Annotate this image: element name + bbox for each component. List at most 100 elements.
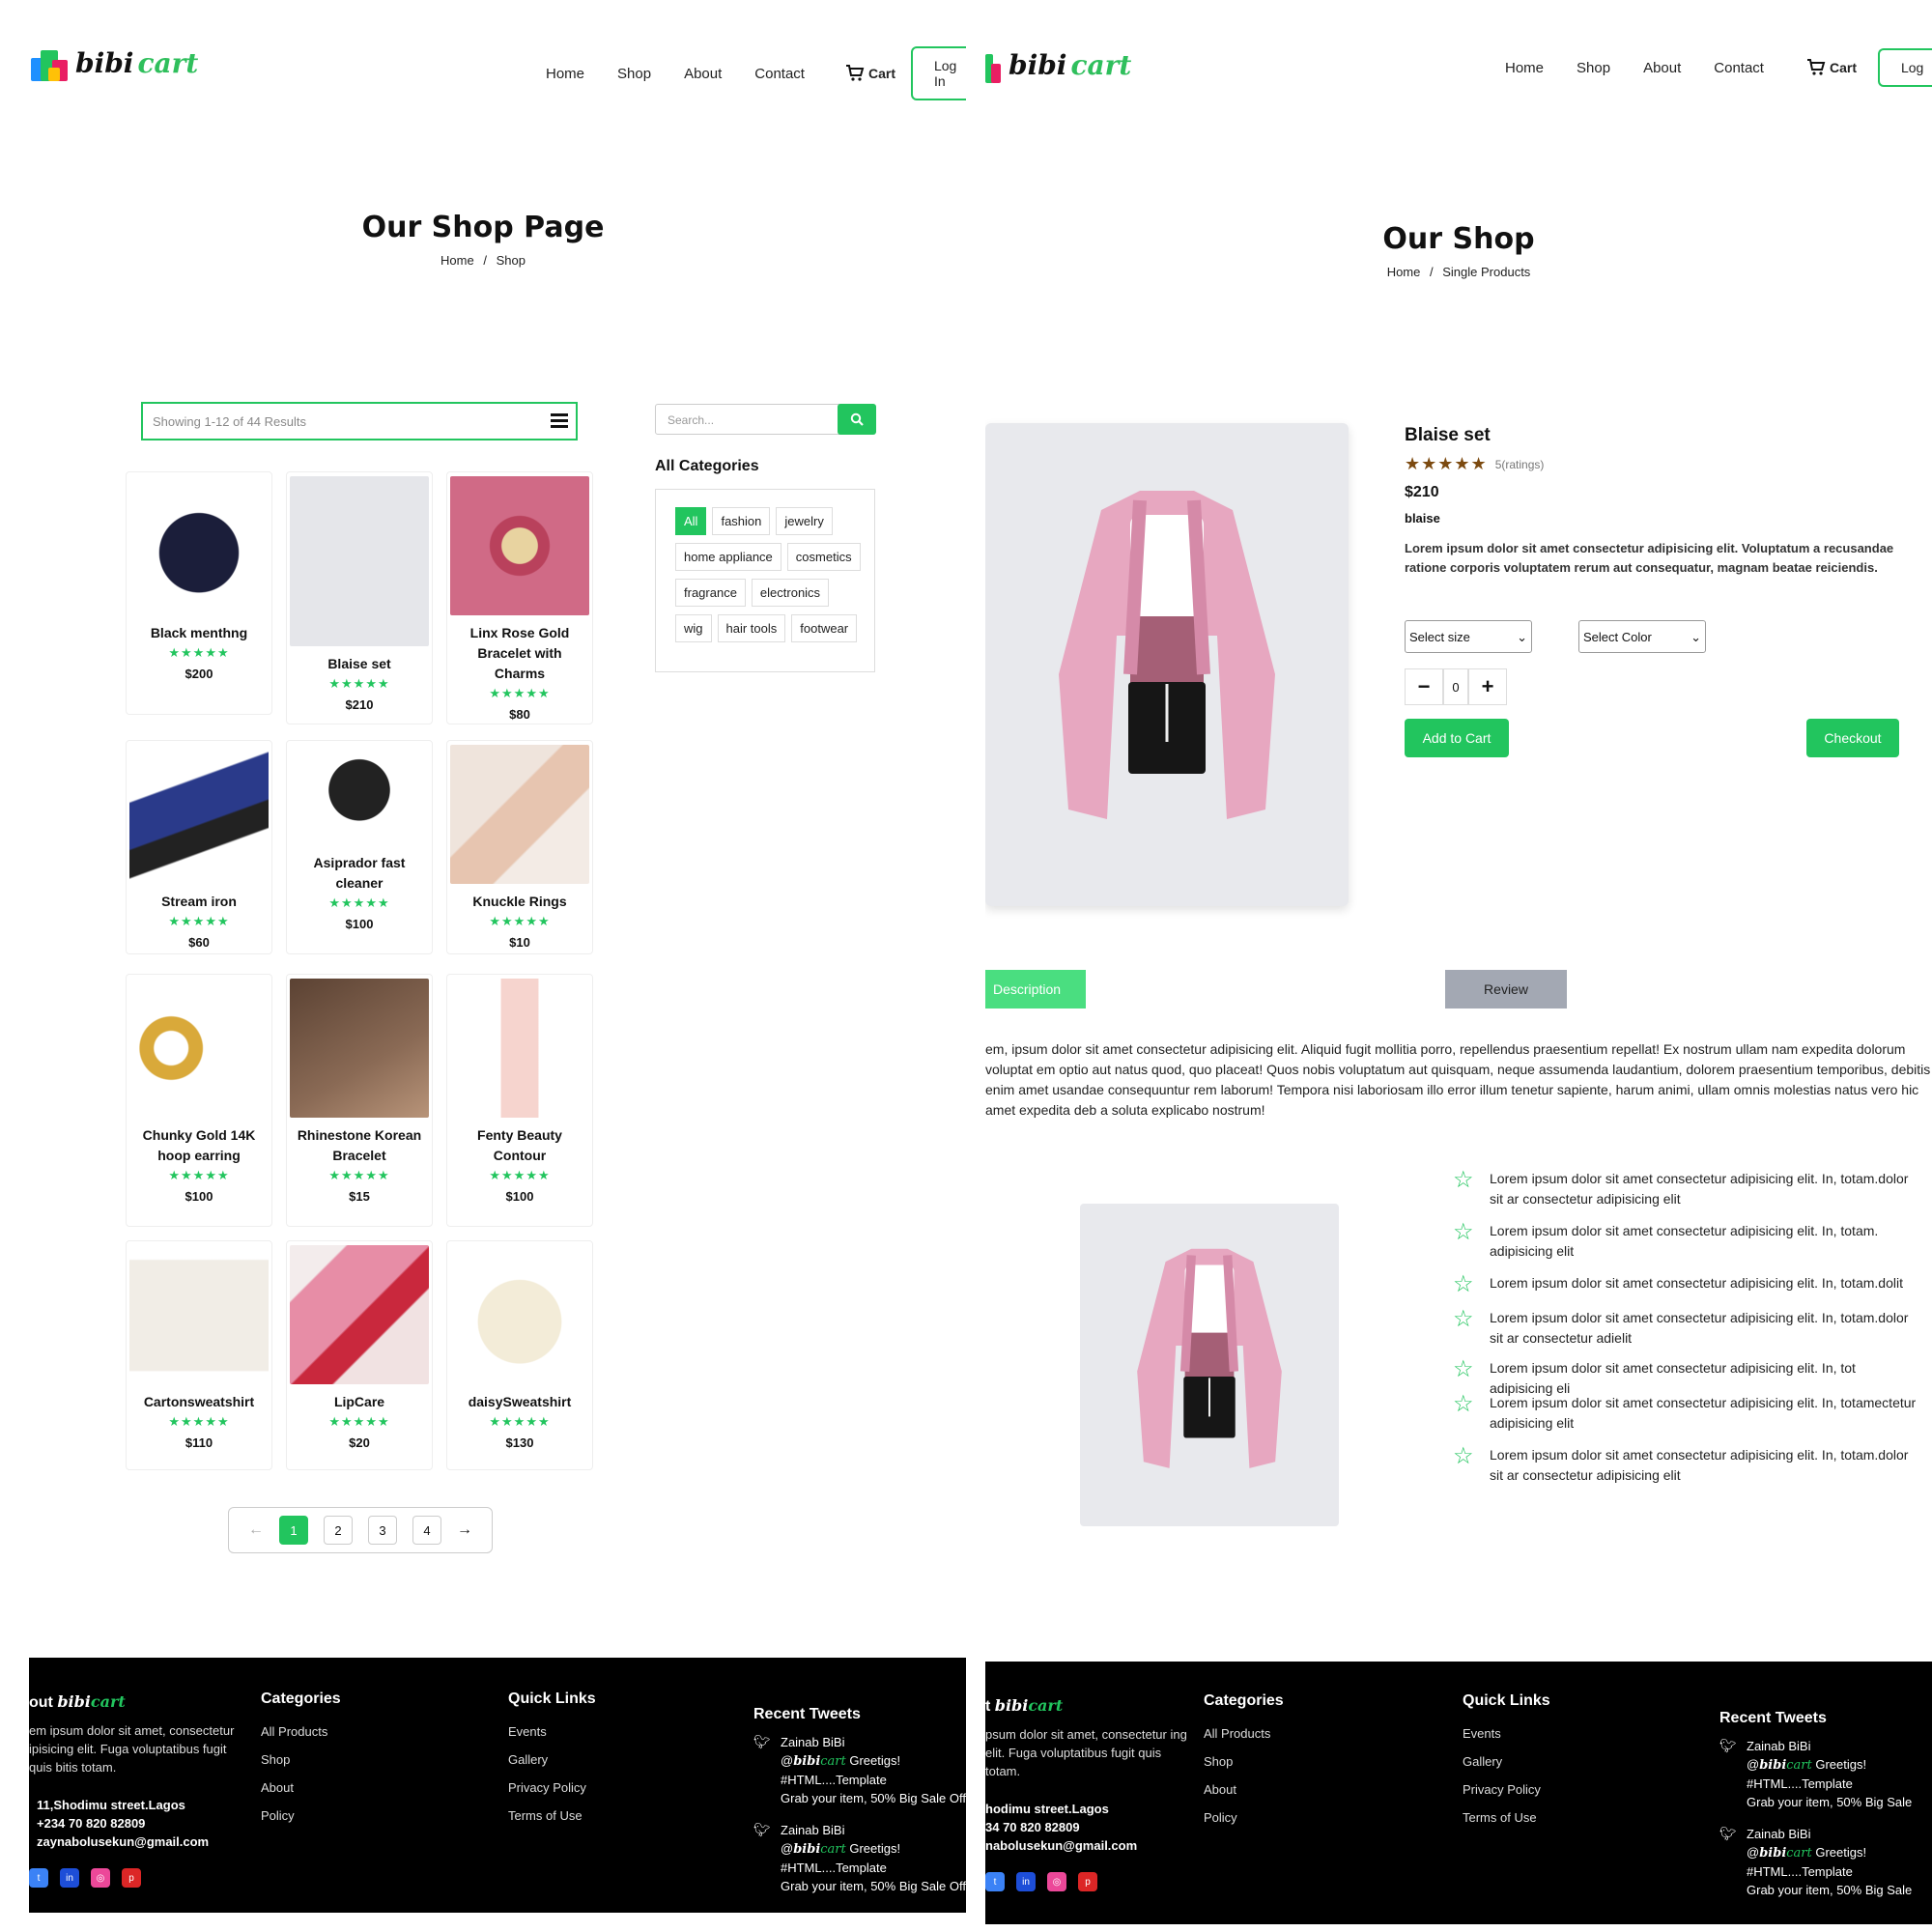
product-image[interactable]	[129, 1245, 269, 1384]
page-4[interactable]: 4	[412, 1516, 441, 1545]
nav-home[interactable]: Home	[1505, 60, 1544, 76]
category-tag[interactable]: jewelry	[776, 507, 833, 535]
footer-link-shop[interactable]: Shop	[1204, 1747, 1284, 1776]
breadcrumb-home[interactable]: Home	[440, 253, 474, 268]
footer-link-policy[interactable]: Policy	[261, 1802, 341, 1830]
product-name[interactable]: daisySweatshirt	[447, 1392, 592, 1412]
footer-email[interactable]: nabolusekun@gmail.com	[985, 1836, 1198, 1855]
footer-link-terms[interactable]: Terms of Use	[1463, 1804, 1550, 1832]
nav-shop[interactable]: Shop	[1577, 60, 1610, 76]
nav-contact[interactable]: Contact	[1714, 60, 1764, 76]
logo[interactable]: bibi cart	[985, 46, 1131, 83]
product-card[interactable]: Fenty Beauty Contour ★★★★★ $100	[446, 974, 593, 1227]
page-3[interactable]: 3	[368, 1516, 397, 1545]
login-button[interactable]: Log In	[910, 46, 966, 100]
category-tag[interactable]: All	[675, 507, 707, 535]
instagram-icon[interactable]: ◎	[91, 1868, 110, 1888]
product-name[interactable]: Asiprador fast cleaner	[287, 853, 432, 894]
product-image[interactable]	[290, 1245, 429, 1384]
category-tag[interactable]: hair tools	[717, 614, 786, 642]
tab-review[interactable]: Review	[1445, 970, 1567, 1009]
linkedin-icon[interactable]: in	[60, 1868, 79, 1888]
product-card[interactable]: Cartonsweatshirt ★★★★★ $110	[126, 1240, 272, 1470]
product-main-image[interactable]	[985, 423, 1349, 906]
product-card[interactable]: Asiprador fast cleaner ★★★★★ $100	[286, 740, 433, 954]
logo[interactable]: bibi cart	[31, 44, 198, 81]
login-button[interactable]: Log	[1877, 48, 1932, 87]
checkout-button[interactable]: Checkout	[1806, 719, 1899, 757]
footer-link-all-products[interactable]: All Products	[261, 1718, 341, 1746]
footer-link-events[interactable]: Events	[508, 1718, 596, 1746]
category-tag[interactable]: cosmetics	[786, 543, 861, 571]
increase-button[interactable]: +	[1468, 668, 1507, 705]
product-image[interactable]	[290, 476, 429, 646]
footer-link-policy[interactable]: Policy	[1204, 1804, 1284, 1832]
footer-link-about[interactable]: About	[1204, 1776, 1284, 1804]
category-tag[interactable]: home appliance	[675, 543, 781, 571]
footer-link-gallery[interactable]: Gallery	[508, 1746, 596, 1774]
product-card[interactable]: Stream iron ★★★★★ $60	[126, 740, 272, 954]
product-card[interactable]: Rhinestone Korean Bracelet ★★★★★ $15	[286, 974, 433, 1227]
footer-link-about[interactable]: About	[261, 1774, 341, 1802]
product-name[interactable]: LipCare	[287, 1392, 432, 1412]
product-card[interactable]: Linx Rose Gold Bracelet with Charms ★★★★★…	[446, 471, 593, 724]
category-tag[interactable]: fragrance	[675, 579, 746, 607]
twitter-icon[interactable]: t	[29, 1868, 48, 1888]
product-card[interactable]: Blaise set ★★★★★ $210	[286, 471, 433, 724]
footer-email[interactable]: zaynabolusekun@gmail.com	[37, 1833, 251, 1851]
product-card[interactable]: Chunky Gold 14K hoop earring ★★★★★ $100	[126, 974, 272, 1227]
decrease-button[interactable]: −	[1405, 668, 1443, 705]
nav-about[interactable]: About	[684, 66, 722, 82]
product-image[interactable]	[129, 979, 269, 1118]
product-name[interactable]: Cartonsweatshirt	[127, 1392, 271, 1412]
product-image[interactable]	[450, 745, 589, 884]
add-to-cart-button[interactable]: Add to Cart	[1405, 719, 1509, 757]
product-name[interactable]: Rhinestone Korean Bracelet	[287, 1125, 432, 1166]
product-name[interactable]: Stream iron	[127, 892, 271, 912]
product-image[interactable]	[290, 979, 429, 1118]
pinterest-icon[interactable]: p	[1078, 1872, 1097, 1891]
category-tag[interactable]: footwear	[791, 614, 858, 642]
product-card[interactable]: Black menthng ★★★★★ $200	[126, 471, 272, 715]
prev-arrow-icon[interactable]: ←	[248, 1521, 264, 1539]
footer-link-privacy[interactable]: Privacy Policy	[508, 1774, 596, 1802]
size-select[interactable]: Select size ⌄	[1405, 620, 1532, 653]
product-name[interactable]: Fenty Beauty Contour	[447, 1125, 592, 1166]
product-card[interactable]: LipCare ★★★★★ $20	[286, 1240, 433, 1470]
product-image[interactable]	[450, 476, 589, 615]
product-name[interactable]: Linx Rose Gold Bracelet with Charms	[447, 623, 592, 684]
linkedin-icon[interactable]: in	[1016, 1872, 1036, 1891]
product-image[interactable]	[450, 979, 589, 1118]
category-tag[interactable]: wig	[675, 614, 712, 642]
product-name[interactable]: Knuckle Rings	[447, 892, 592, 912]
color-select[interactable]: Select Color ⌄	[1578, 620, 1706, 653]
breadcrumb-home[interactable]: Home	[1387, 265, 1421, 279]
twitter-icon[interactable]: t	[985, 1872, 1005, 1891]
page-2[interactable]: 2	[324, 1516, 353, 1545]
footer-link-events[interactable]: Events	[1463, 1719, 1550, 1747]
product-image[interactable]	[129, 476, 269, 615]
product-name[interactable]: Chunky Gold 14K hoop earring	[127, 1125, 271, 1166]
next-arrow-icon[interactable]: →	[457, 1521, 472, 1539]
footer-link-all-products[interactable]: All Products	[1204, 1719, 1284, 1747]
nav-home[interactable]: Home	[546, 66, 584, 82]
nav-contact[interactable]: Contact	[754, 66, 805, 82]
search-input[interactable]: Search...	[655, 404, 876, 435]
product-image[interactable]	[129, 745, 269, 884]
footer-link-privacy[interactable]: Privacy Policy	[1463, 1776, 1550, 1804]
page-1[interactable]: 1	[279, 1516, 308, 1545]
product-image[interactable]	[450, 1245, 589, 1384]
quantity-value[interactable]: 0	[1443, 668, 1468, 705]
nav-cart[interactable]: Cart	[845, 65, 895, 82]
category-tag[interactable]: fashion	[712, 507, 771, 535]
hamburger-icon[interactable]	[551, 413, 568, 429]
instagram-icon[interactable]: ◎	[1047, 1872, 1066, 1891]
nav-about[interactable]: About	[1643, 60, 1681, 76]
nav-shop[interactable]: Shop	[617, 66, 651, 82]
pinterest-icon[interactable]: p	[122, 1868, 141, 1888]
tab-description[interactable]: Description	[985, 970, 1086, 1009]
category-tag[interactable]: electronics	[751, 579, 830, 607]
nav-cart[interactable]: Cart	[1806, 59, 1857, 76]
product-image[interactable]	[290, 745, 429, 845]
search-button[interactable]	[838, 404, 876, 435]
